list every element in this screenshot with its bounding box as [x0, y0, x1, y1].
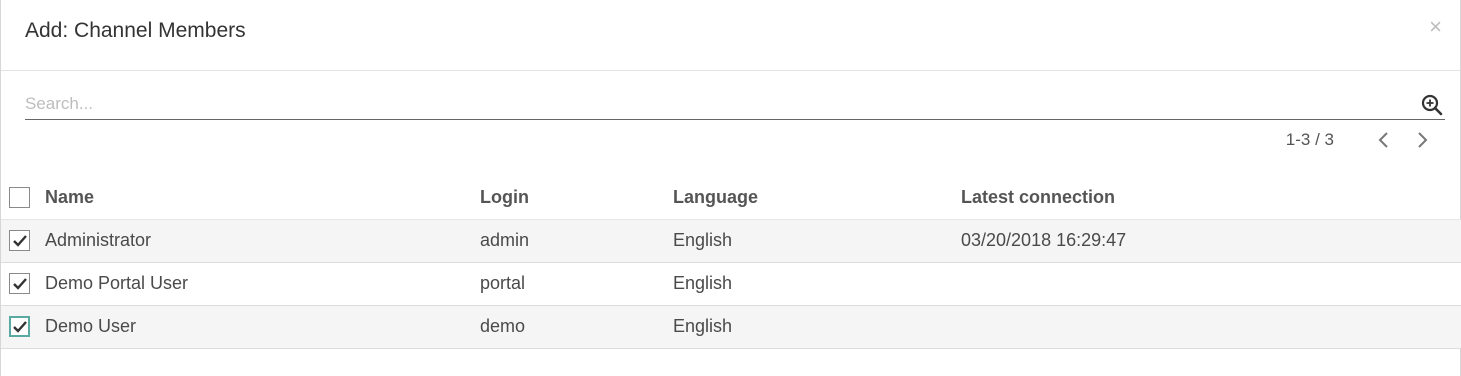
table-row[interactable]: Administrator admin English 03/20/2018 1…	[1, 219, 1461, 262]
dialog-title: Add: Channel Members	[25, 19, 246, 42]
row-checkbox[interactable]	[9, 273, 30, 294]
row-checkbox[interactable]	[9, 316, 30, 337]
select-all-checkbox[interactable]	[9, 187, 30, 209]
dialog-header: Add: Channel Members ×	[1, 0, 1460, 71]
column-header-language[interactable]: Language	[673, 177, 961, 220]
chevron-left-icon	[1378, 132, 1388, 148]
pager-next-button[interactable]	[1412, 130, 1432, 150]
checkmark-icon	[12, 277, 27, 290]
cell-login: demo	[480, 316, 526, 336]
search-plus-icon[interactable]	[1421, 94, 1443, 116]
cell-login: portal	[480, 273, 526, 293]
column-header-latest-connection[interactable]: Latest connection	[961, 177, 1461, 220]
cell-latest-connection	[961, 305, 1461, 348]
cell-latest-connection: 03/20/2018 16:29:47	[961, 230, 1127, 250]
cell-language: English	[673, 230, 733, 250]
table-row[interactable]: Demo User demo English	[1, 305, 1461, 348]
chevron-right-icon	[1418, 132, 1428, 148]
pager-value[interactable]: 1-3 / 3	[1286, 130, 1334, 150]
close-button[interactable]: ×	[1429, 16, 1442, 38]
cell-name: Demo Portal User	[45, 273, 189, 293]
pager: 1-3 / 3	[1286, 126, 1432, 154]
pager-previous-button[interactable]	[1374, 130, 1394, 150]
cell-name: Demo User	[45, 316, 137, 336]
search-input[interactable]	[25, 86, 1405, 118]
add-channel-members-dialog: Add: Channel Members × 1-3 / 3	[0, 0, 1461, 376]
cell-login: admin	[480, 230, 530, 250]
members-table: Name Login Language Latest connection Ad…	[1, 177, 1461, 349]
checkmark-icon	[12, 320, 27, 333]
table-header-row: Name Login Language Latest connection	[1, 177, 1461, 220]
column-header-name[interactable]: Name	[45, 177, 480, 220]
cell-name: Administrator	[45, 230, 152, 250]
column-header-login[interactable]: Login	[480, 177, 673, 220]
table-row[interactable]: Demo Portal User portal English	[1, 262, 1461, 305]
checkmark-icon	[12, 234, 27, 247]
cell-latest-connection	[961, 262, 1461, 305]
cell-language: English	[673, 273, 733, 293]
cell-language: English	[673, 316, 733, 336]
row-checkbox[interactable]	[9, 230, 30, 251]
search-bar	[25, 86, 1445, 120]
